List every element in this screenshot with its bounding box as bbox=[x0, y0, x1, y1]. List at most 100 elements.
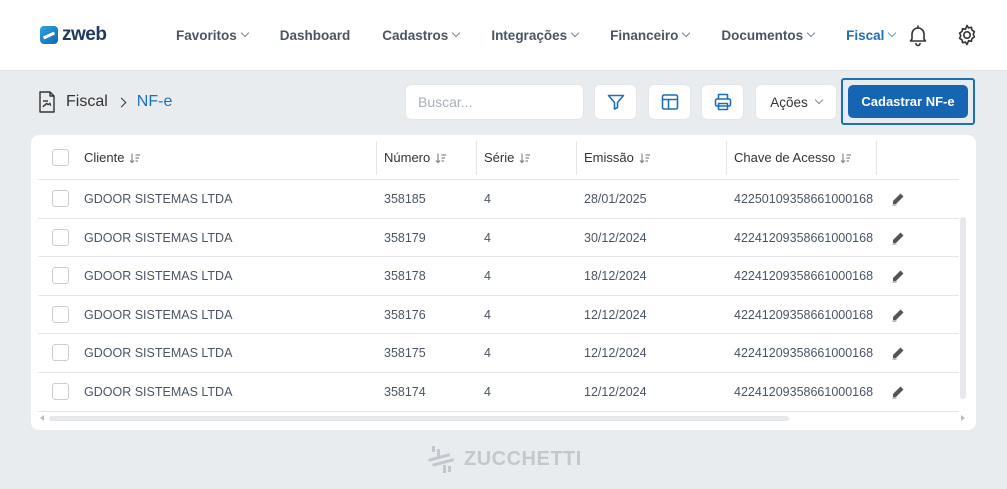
breadcrumb-fiscal[interactable]: Fiscal bbox=[66, 93, 108, 111]
chevron-down-icon bbox=[806, 28, 816, 38]
cell-chave: 42241209358661000168 bbox=[734, 346, 874, 361]
column-header-2[interactable]: Série bbox=[484, 135, 531, 180]
sort-icon[interactable] bbox=[840, 152, 852, 164]
zweb-logo[interactable]: zweb bbox=[40, 24, 107, 46]
table-row[interactable]: GDOOR SISTEMAS LTDA 358185 4 28/01/2025 4225… bbox=[38, 180, 959, 219]
cell-cliente: GDOOR SISTEMAS LTDA bbox=[84, 307, 233, 322]
table-header: Cliente Número Série Emissão Chave de Acesso bbox=[38, 135, 959, 180]
cell-emissao: 12/12/2024 bbox=[584, 346, 647, 361]
main-nav: Favoritos Dashboard Cadastros Integrações Fi… bbox=[176, 0, 927, 70]
select-all-checkbox[interactable] bbox=[52, 149, 69, 166]
row-checkbox[interactable] bbox=[52, 344, 69, 362]
scroll-right-arrow-icon[interactable] bbox=[961, 415, 965, 421]
cell-chave: 42241209358661000168 bbox=[734, 385, 874, 399]
filter-button[interactable] bbox=[594, 84, 637, 120]
nav-item-label: Favoritos bbox=[176, 27, 237, 43]
scroll-left-arrow-icon[interactable] bbox=[40, 415, 44, 421]
cell-numero: 358178 bbox=[384, 269, 426, 284]
column-header-label: Cliente bbox=[84, 150, 125, 165]
column-header-label: Série bbox=[484, 150, 515, 165]
pencil-edit-icon[interactable] bbox=[891, 308, 905, 322]
cell-emissao: 30/12/2024 bbox=[584, 230, 647, 245]
column-header-label: Número bbox=[384, 150, 431, 165]
breadcrumb-chevron-icon bbox=[116, 97, 127, 107]
pencil-edit-icon[interactable] bbox=[891, 192, 905, 206]
chevron-down-icon bbox=[888, 28, 897, 38]
column-header-1[interactable]: Número bbox=[384, 135, 447, 180]
cell-cliente: GDOOR SISTEMAS LTDA bbox=[84, 192, 233, 206]
chevron-down-icon bbox=[570, 28, 580, 38]
bell-icon[interactable] bbox=[906, 23, 930, 47]
cell-serie: 4 bbox=[484, 385, 491, 399]
pencil-edit-icon[interactable] bbox=[891, 346, 905, 360]
cell-numero: 358174 bbox=[384, 385, 426, 399]
nav-item-cadastros[interactable]: Cadastros bbox=[382, 28, 461, 43]
breadcrumb: Fiscal NF-e bbox=[38, 90, 172, 114]
sort-icon[interactable] bbox=[639, 152, 651, 164]
table-row[interactable]: GDOOR SISTEMAS LTDA 358179 4 30/12/2024 4224… bbox=[38, 219, 959, 258]
cell-serie: 4 bbox=[484, 269, 491, 284]
column-divider bbox=[576, 141, 577, 175]
row-checkbox[interactable] bbox=[52, 190, 69, 207]
nav-item-documentos[interactable]: Documentos bbox=[721, 28, 816, 43]
gear-icon[interactable] bbox=[955, 23, 979, 47]
table-row[interactable]: GDOOR SISTEMAS LTDA 358176 4 12/12/2024 4224… bbox=[38, 296, 959, 335]
nav-item-integracoes[interactable]: Integrações bbox=[491, 27, 580, 43]
pencil-edit-icon[interactable] bbox=[891, 231, 905, 245]
cell-numero: 358179 bbox=[384, 230, 426, 245]
zweb-logo-icon bbox=[40, 26, 58, 44]
cell-cliente: GDOOR SISTEMAS LTDA bbox=[84, 385, 233, 399]
table-row[interactable]: GDOOR SISTEMAS LTDA 358178 4 18/12/2024 4224… bbox=[38, 257, 959, 296]
cell-emissao: 18/12/2024 bbox=[584, 269, 647, 284]
filter-icon bbox=[607, 94, 624, 110]
pencil-edit-icon[interactable] bbox=[891, 385, 905, 399]
column-divider bbox=[726, 141, 727, 175]
cell-serie: 4 bbox=[484, 192, 491, 206]
row-checkbox[interactable] bbox=[52, 383, 69, 400]
nav-item-label: Financeiro bbox=[610, 27, 679, 43]
print-button[interactable] bbox=[701, 84, 744, 120]
row-checkbox[interactable] bbox=[52, 267, 69, 285]
cadastrar-nfe-highlight: Cadastrar NF-e bbox=[841, 78, 975, 125]
cell-emissao: 12/12/2024 bbox=[584, 385, 647, 399]
vertical-scrollbar[interactable] bbox=[960, 217, 966, 399]
horizontal-scrollbar[interactable] bbox=[49, 416, 789, 421]
cell-cliente: GDOOR SISTEMAS LTDA bbox=[84, 346, 233, 361]
cell-chave: 42241209358661000168 bbox=[734, 307, 874, 322]
chevron-down-icon bbox=[682, 28, 691, 38]
actions-dropdown[interactable]: Ações bbox=[755, 84, 837, 120]
cell-chave: 42241209358661000168 bbox=[734, 269, 874, 284]
zucchetti-logo: ZUCCHETTI bbox=[428, 444, 582, 474]
cadastrar-nfe-button[interactable]: Cadastrar NF-e bbox=[848, 85, 968, 118]
chevron-down-icon bbox=[814, 95, 824, 105]
nav-item-fiscal[interactable]: Fiscal bbox=[846, 28, 897, 43]
nav-item-dashboard[interactable]: Dashboard bbox=[280, 28, 351, 43]
row-checkbox[interactable] bbox=[52, 305, 69, 323]
cell-numero: 358175 bbox=[384, 346, 426, 361]
columns-layout-button[interactable] bbox=[648, 84, 691, 120]
cell-cliente: GDOOR SISTEMAS LTDA bbox=[84, 269, 233, 284]
column-header-label: Emissão bbox=[584, 150, 634, 165]
sort-icon[interactable] bbox=[519, 152, 531, 164]
cell-chave: 42250109358661000168 bbox=[734, 192, 874, 206]
nav-item-favoritos[interactable]: Favoritos bbox=[176, 27, 250, 43]
search-input[interactable] bbox=[405, 84, 584, 120]
row-checkbox[interactable] bbox=[52, 228, 69, 246]
printer-icon bbox=[714, 93, 731, 111]
nav-item-financeiro[interactable]: Financeiro bbox=[610, 27, 691, 43]
logo-text: zweb bbox=[62, 24, 107, 45]
sort-icon[interactable] bbox=[435, 152, 447, 164]
cell-numero: 358176 bbox=[384, 307, 426, 322]
column-header-3[interactable]: Emissão bbox=[584, 135, 651, 180]
nav-item-label: Integrações bbox=[491, 27, 568, 43]
sort-icon[interactable] bbox=[129, 152, 141, 164]
column-header-0[interactable]: Cliente bbox=[84, 135, 141, 180]
column-divider bbox=[876, 141, 877, 175]
table-row[interactable]: GDOOR SISTEMAS LTDA 358174 4 12/12/2024 4224… bbox=[38, 373, 959, 412]
chevron-down-icon bbox=[240, 28, 250, 38]
pencil-edit-icon[interactable] bbox=[891, 269, 905, 283]
cell-numero: 358185 bbox=[384, 192, 426, 206]
table-row[interactable]: GDOOR SISTEMAS LTDA 358175 4 12/12/2024 4224… bbox=[38, 334, 959, 373]
column-header-4[interactable]: Chave de Acesso bbox=[734, 135, 852, 180]
cell-cliente: GDOOR SISTEMAS LTDA bbox=[84, 230, 233, 245]
